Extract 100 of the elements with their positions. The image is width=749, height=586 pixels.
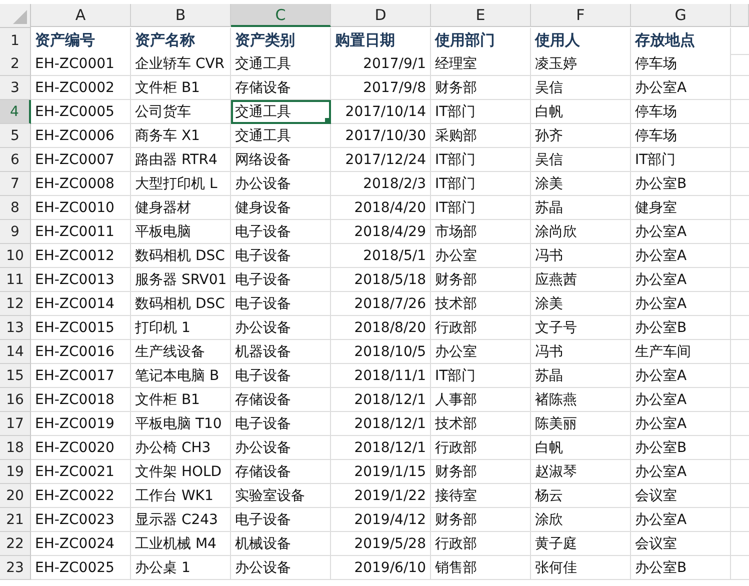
table-cell[interactable]: 工业机械 M4 bbox=[131, 532, 231, 556]
table-cell[interactable]: EH-ZC0006 bbox=[31, 124, 131, 148]
table-cell[interactable]: EH-ZC0020 bbox=[31, 436, 131, 460]
row-header[interactable]: 3 bbox=[0, 76, 31, 100]
row-header[interactable]: 17 bbox=[0, 412, 31, 436]
table-cell[interactable]: 文子号 bbox=[531, 316, 631, 340]
table-cell[interactable]: 2018/11/1 bbox=[331, 364, 431, 388]
row-header[interactable]: 14 bbox=[0, 340, 31, 364]
table-cell[interactable]: 公司货车 bbox=[131, 100, 231, 124]
table-cell[interactable]: 白帆 bbox=[531, 100, 631, 124]
table-cell[interactable]: EH-ZC0018 bbox=[31, 388, 131, 412]
table-cell[interactable]: 办公室A bbox=[631, 508, 731, 532]
table-cell[interactable]: 技术部 bbox=[431, 412, 531, 436]
table-cell[interactable]: 打印机 1 bbox=[131, 316, 231, 340]
table-cell[interactable]: 办公椅 CH3 bbox=[131, 436, 231, 460]
table-cell[interactable]: 笔记本电脑 B bbox=[131, 364, 231, 388]
table-cell[interactable]: 办公室A bbox=[631, 76, 731, 100]
table-cell[interactable]: 平板电脑 bbox=[131, 220, 231, 244]
table-cell[interactable]: 2018/12/1 bbox=[331, 436, 431, 460]
table-cell[interactable]: 接待室 bbox=[431, 484, 531, 508]
table-cell[interactable]: 存储设备 bbox=[231, 460, 331, 484]
table-cell[interactable]: 2018/2/3 bbox=[331, 172, 431, 196]
table-cell[interactable]: 办公设备 bbox=[231, 436, 331, 460]
table-cell[interactable]: 会议室 bbox=[631, 532, 731, 556]
table-cell[interactable]: 实验室设备 bbox=[231, 484, 331, 508]
column-header[interactable]: D bbox=[331, 4, 431, 27]
table-cell[interactable]: 服务器 SRV01 bbox=[131, 268, 231, 292]
table-cell[interactable]: 工作台 WK1 bbox=[131, 484, 231, 508]
row-header[interactable]: 22 bbox=[0, 532, 31, 556]
table-cell[interactable]: EH-ZC0015 bbox=[31, 316, 131, 340]
table-cell[interactable]: IT部门 bbox=[431, 364, 531, 388]
table-cell[interactable]: 2018/12/1 bbox=[331, 412, 431, 436]
table-cell[interactable]: 健身设备 bbox=[231, 196, 331, 220]
table-cell[interactable]: 冯书 bbox=[531, 244, 631, 268]
table-cell[interactable]: 机器设备 bbox=[231, 340, 331, 364]
table-cell[interactable]: EH-ZC0019 bbox=[31, 412, 131, 436]
row-header[interactable]: 23 bbox=[0, 556, 31, 580]
table-cell[interactable]: EH-ZC0025 bbox=[31, 556, 131, 580]
table-cell[interactable]: 显示器 C243 bbox=[131, 508, 231, 532]
table-cell[interactable]: 涂欣 bbox=[531, 508, 631, 532]
column-header[interactable]: F bbox=[531, 4, 631, 27]
table-cell[interactable]: 交通工具 bbox=[231, 52, 331, 76]
table-cell[interactable]: 电子设备 bbox=[231, 292, 331, 316]
table-cell[interactable]: 2017/12/24 bbox=[331, 148, 431, 172]
table-cell[interactable]: EH-ZC0005 bbox=[31, 100, 131, 124]
table-cell[interactable]: 商务车 X1 bbox=[131, 124, 231, 148]
table-cell[interactable]: 文件柜 B1 bbox=[131, 388, 231, 412]
table-cell[interactable]: 停车场 bbox=[631, 52, 731, 76]
table-cell[interactable]: 2017/9/1 bbox=[331, 52, 431, 76]
table-cell[interactable]: 电子设备 bbox=[231, 220, 331, 244]
table-cell[interactable]: 财务部 bbox=[431, 268, 531, 292]
table-cell[interactable]: 电子设备 bbox=[231, 364, 331, 388]
table-cell[interactable]: 办公桌 1 bbox=[131, 556, 231, 580]
column-header[interactable]: B bbox=[131, 4, 231, 27]
table-cell[interactable]: EH-ZC0021 bbox=[31, 460, 131, 484]
table-cell[interactable]: 2017/10/14 bbox=[331, 100, 431, 124]
row-header[interactable]: 13 bbox=[0, 316, 31, 340]
table-cell[interactable]: 健身室 bbox=[631, 196, 731, 220]
table-cell[interactable]: 数码相机 DSC bbox=[131, 292, 231, 316]
table-cell[interactable]: 吴信 bbox=[531, 148, 631, 172]
table-cell[interactable]: 2018/4/29 bbox=[331, 220, 431, 244]
table-cell[interactable]: 财务部 bbox=[431, 460, 531, 484]
selected-cell[interactable]: 交通工具 bbox=[231, 100, 331, 124]
table-cell[interactable]: 行政部 bbox=[431, 316, 531, 340]
row-header[interactable]: 6 bbox=[0, 148, 31, 172]
table-cell[interactable]: 杨云 bbox=[531, 484, 631, 508]
table-cell[interactable]: 办公室A bbox=[631, 220, 731, 244]
table-cell[interactable]: 办公设备 bbox=[231, 172, 331, 196]
table-cell[interactable]: 办公室A bbox=[631, 292, 731, 316]
row-header[interactable]: 8 bbox=[0, 196, 31, 220]
table-cell[interactable]: 2018/4/20 bbox=[331, 196, 431, 220]
column-header[interactable]: E bbox=[431, 4, 531, 27]
table-cell[interactable]: 机械设备 bbox=[231, 532, 331, 556]
table-cell[interactable]: 办公室A bbox=[631, 268, 731, 292]
table-cell[interactable]: 办公室 bbox=[431, 340, 531, 364]
table-cell[interactable]: IT部门 bbox=[631, 148, 731, 172]
table-cell[interactable]: EH-ZC0013 bbox=[31, 268, 131, 292]
row-header[interactable]: 16 bbox=[0, 388, 31, 412]
table-cell[interactable]: 2018/10/5 bbox=[331, 340, 431, 364]
table-cell[interactable]: 行政部 bbox=[431, 532, 531, 556]
table-cell[interactable]: 吴信 bbox=[531, 76, 631, 100]
table-cell[interactable]: 黄子庭 bbox=[531, 532, 631, 556]
table-cell[interactable]: 交通工具 bbox=[231, 124, 331, 148]
table-cell[interactable]: EH-ZC0008 bbox=[31, 172, 131, 196]
table-cell[interactable]: 白帆 bbox=[531, 436, 631, 460]
table-cell[interactable]: 停车场 bbox=[631, 100, 731, 124]
table-cell[interactable]: 技术部 bbox=[431, 292, 531, 316]
table-cell[interactable]: 人事部 bbox=[431, 388, 531, 412]
table-cell[interactable]: 2018/8/20 bbox=[331, 316, 431, 340]
table-cell[interactable]: 存储设备 bbox=[231, 388, 331, 412]
table-cell[interactable]: 2019/1/15 bbox=[331, 460, 431, 484]
table-cell[interactable]: IT部门 bbox=[431, 172, 531, 196]
column-header[interactable]: A bbox=[31, 4, 131, 27]
table-cell[interactable]: 停车场 bbox=[631, 124, 731, 148]
table-cell[interactable]: 2017/10/30 bbox=[331, 124, 431, 148]
row-header[interactable]: 10 bbox=[0, 244, 31, 268]
table-cell[interactable]: 电子设备 bbox=[231, 268, 331, 292]
table-cell[interactable]: 凌玉婷 bbox=[531, 52, 631, 76]
table-cell[interactable]: 苏晶 bbox=[531, 196, 631, 220]
table-cell[interactable]: EH-ZC0024 bbox=[31, 532, 131, 556]
